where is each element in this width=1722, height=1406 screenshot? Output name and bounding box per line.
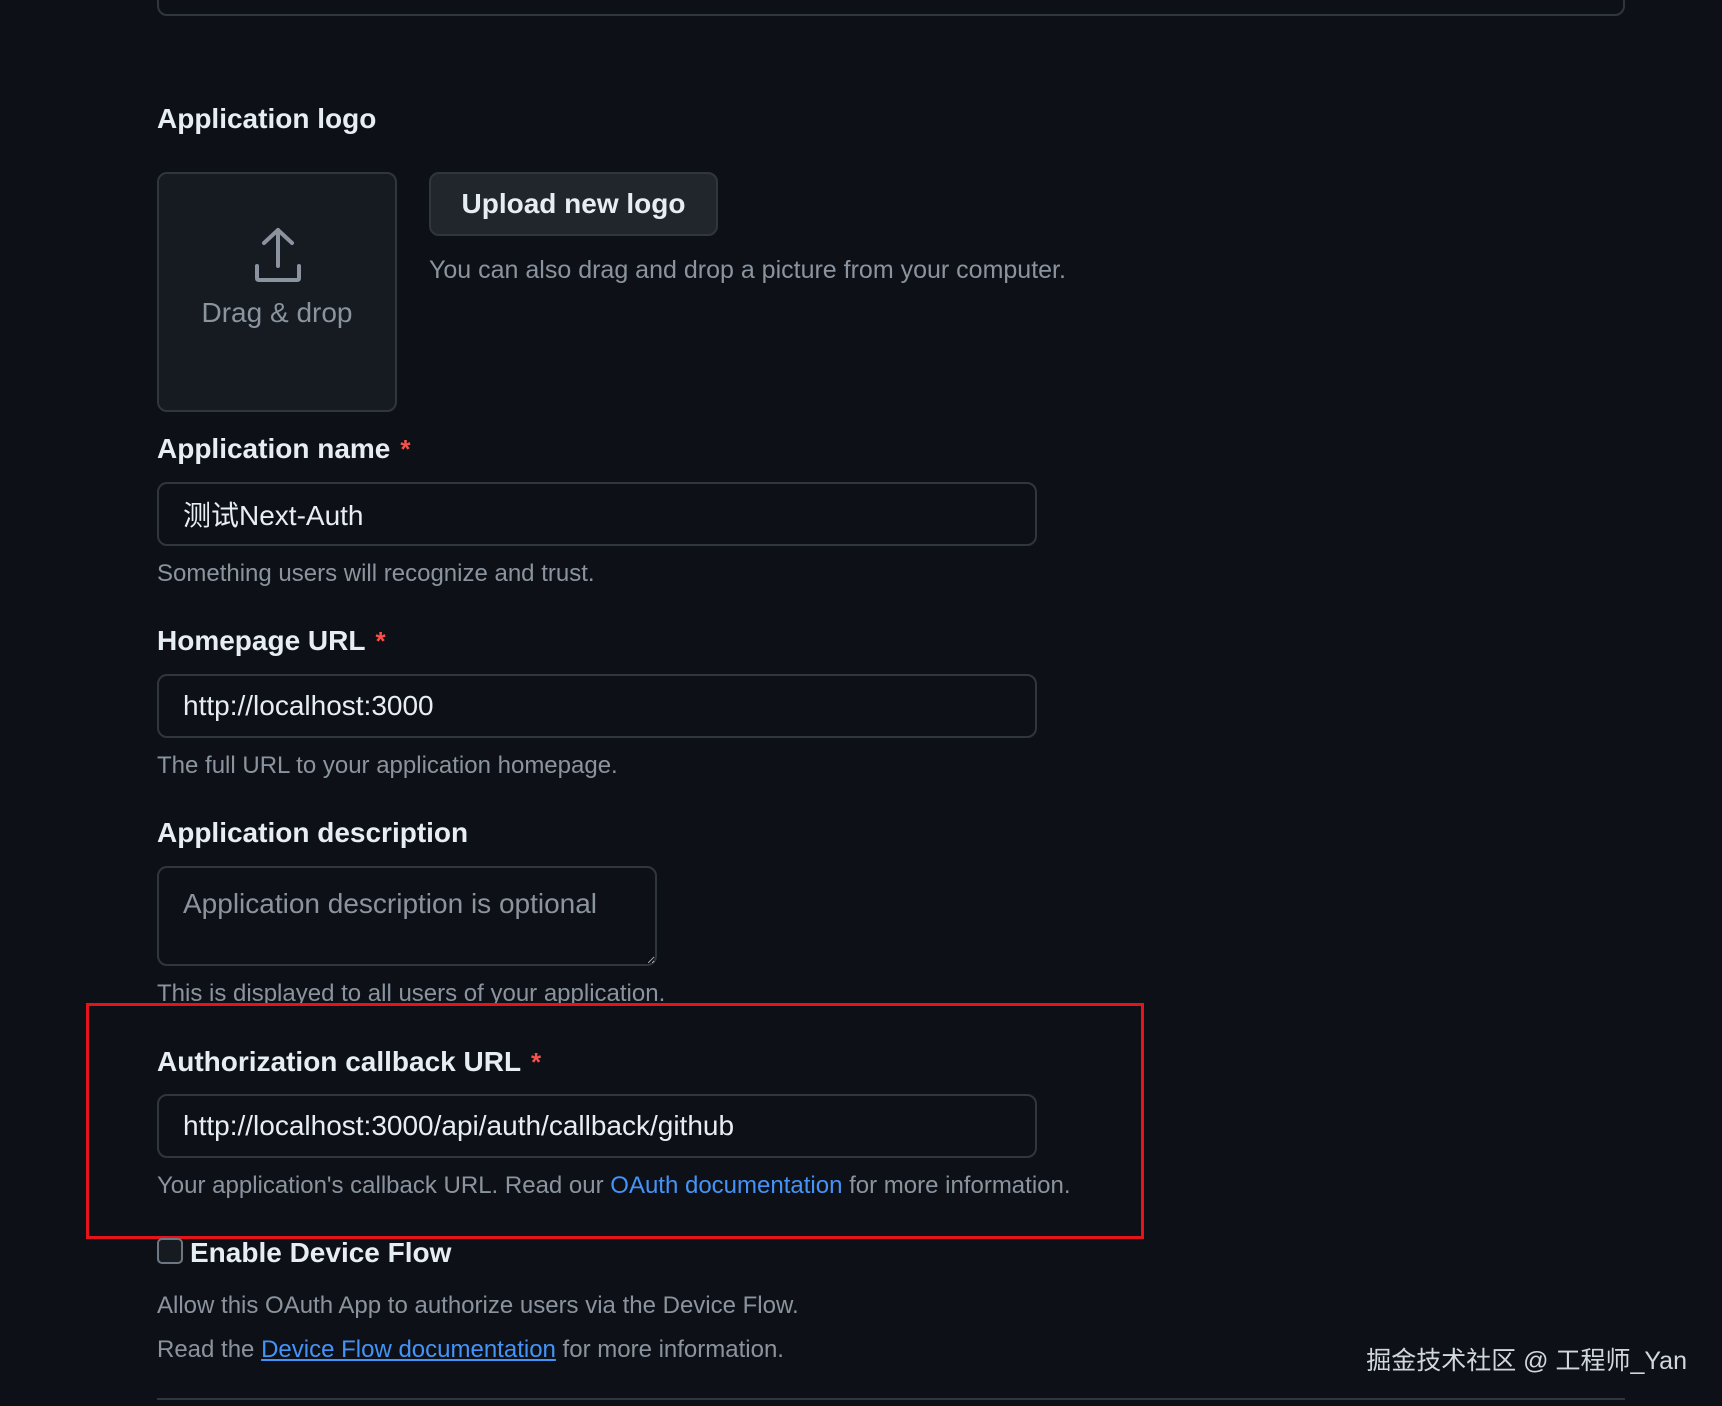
oauth-app-form: Application logo Drag & drop Upload new … xyxy=(0,0,1722,1406)
required-mark: * xyxy=(400,434,411,464)
enable-device-flow-label[interactable]: Enable Device Flow xyxy=(190,1237,451,1269)
application-name-label: Application name * xyxy=(157,433,411,465)
upload-new-logo-button[interactable]: Upload new logo xyxy=(429,172,718,236)
homepage-url-label: Homepage URL * xyxy=(157,625,386,657)
homepage-url-input[interactable] xyxy=(157,674,1037,738)
bottom-divider xyxy=(157,1398,1625,1400)
required-mark: * xyxy=(375,626,386,656)
application-description-textarea[interactable] xyxy=(157,866,657,966)
device-flow-doc-hint: Read the Device Flow documentation for m… xyxy=(157,1336,784,1364)
logo-hint: You can also drag and drop a picture fro… xyxy=(429,256,1066,284)
previous-field-box xyxy=(157,0,1625,16)
device-flow-documentation-link[interactable]: Device Flow documentation xyxy=(261,1336,556,1363)
callback-hint-suffix: for more information. xyxy=(842,1172,1071,1199)
logo-drop-zone[interactable]: Drag & drop xyxy=(157,172,397,412)
drag-drop-label: Drag & drop xyxy=(201,297,353,328)
callback-url-hint: Your application's callback URL. Read ou… xyxy=(157,1172,1071,1200)
application-description-label: Application description xyxy=(157,817,469,848)
application-name-input[interactable] xyxy=(157,482,1037,546)
oauth-documentation-link[interactable]: OAuth documentation xyxy=(610,1172,842,1199)
homepage-url-label-text: Homepage URL xyxy=(157,625,366,656)
application-logo-label: Application logo xyxy=(157,103,377,134)
device-hint-prefix: Read the xyxy=(157,1336,262,1363)
required-mark: * xyxy=(531,1047,542,1077)
application-name-label-text: Application name xyxy=(157,433,391,464)
upload-icon xyxy=(255,228,301,282)
device-flow-hint: Allow this OAuth App to authorize users … xyxy=(157,1292,799,1319)
device-hint-suffix: for more information. xyxy=(555,1336,784,1363)
callback-hint-prefix: Your application's callback URL. Read ou… xyxy=(157,1172,611,1199)
callback-url-label-text: Authorization callback URL xyxy=(157,1046,522,1077)
application-name-hint: Something users will recognize and trust… xyxy=(157,560,595,587)
enable-device-flow-checkbox[interactable] xyxy=(157,1238,183,1264)
watermark: 掘金技术社区 @ 工程师_Yan xyxy=(1366,1347,1687,1375)
callback-url-input[interactable] xyxy=(157,1094,1037,1158)
homepage-url-hint: The full URL to your application homepag… xyxy=(157,752,618,779)
application-description-hint: This is displayed to all users of your a… xyxy=(157,980,666,1007)
callback-url-label: Authorization callback URL * xyxy=(157,1046,541,1078)
